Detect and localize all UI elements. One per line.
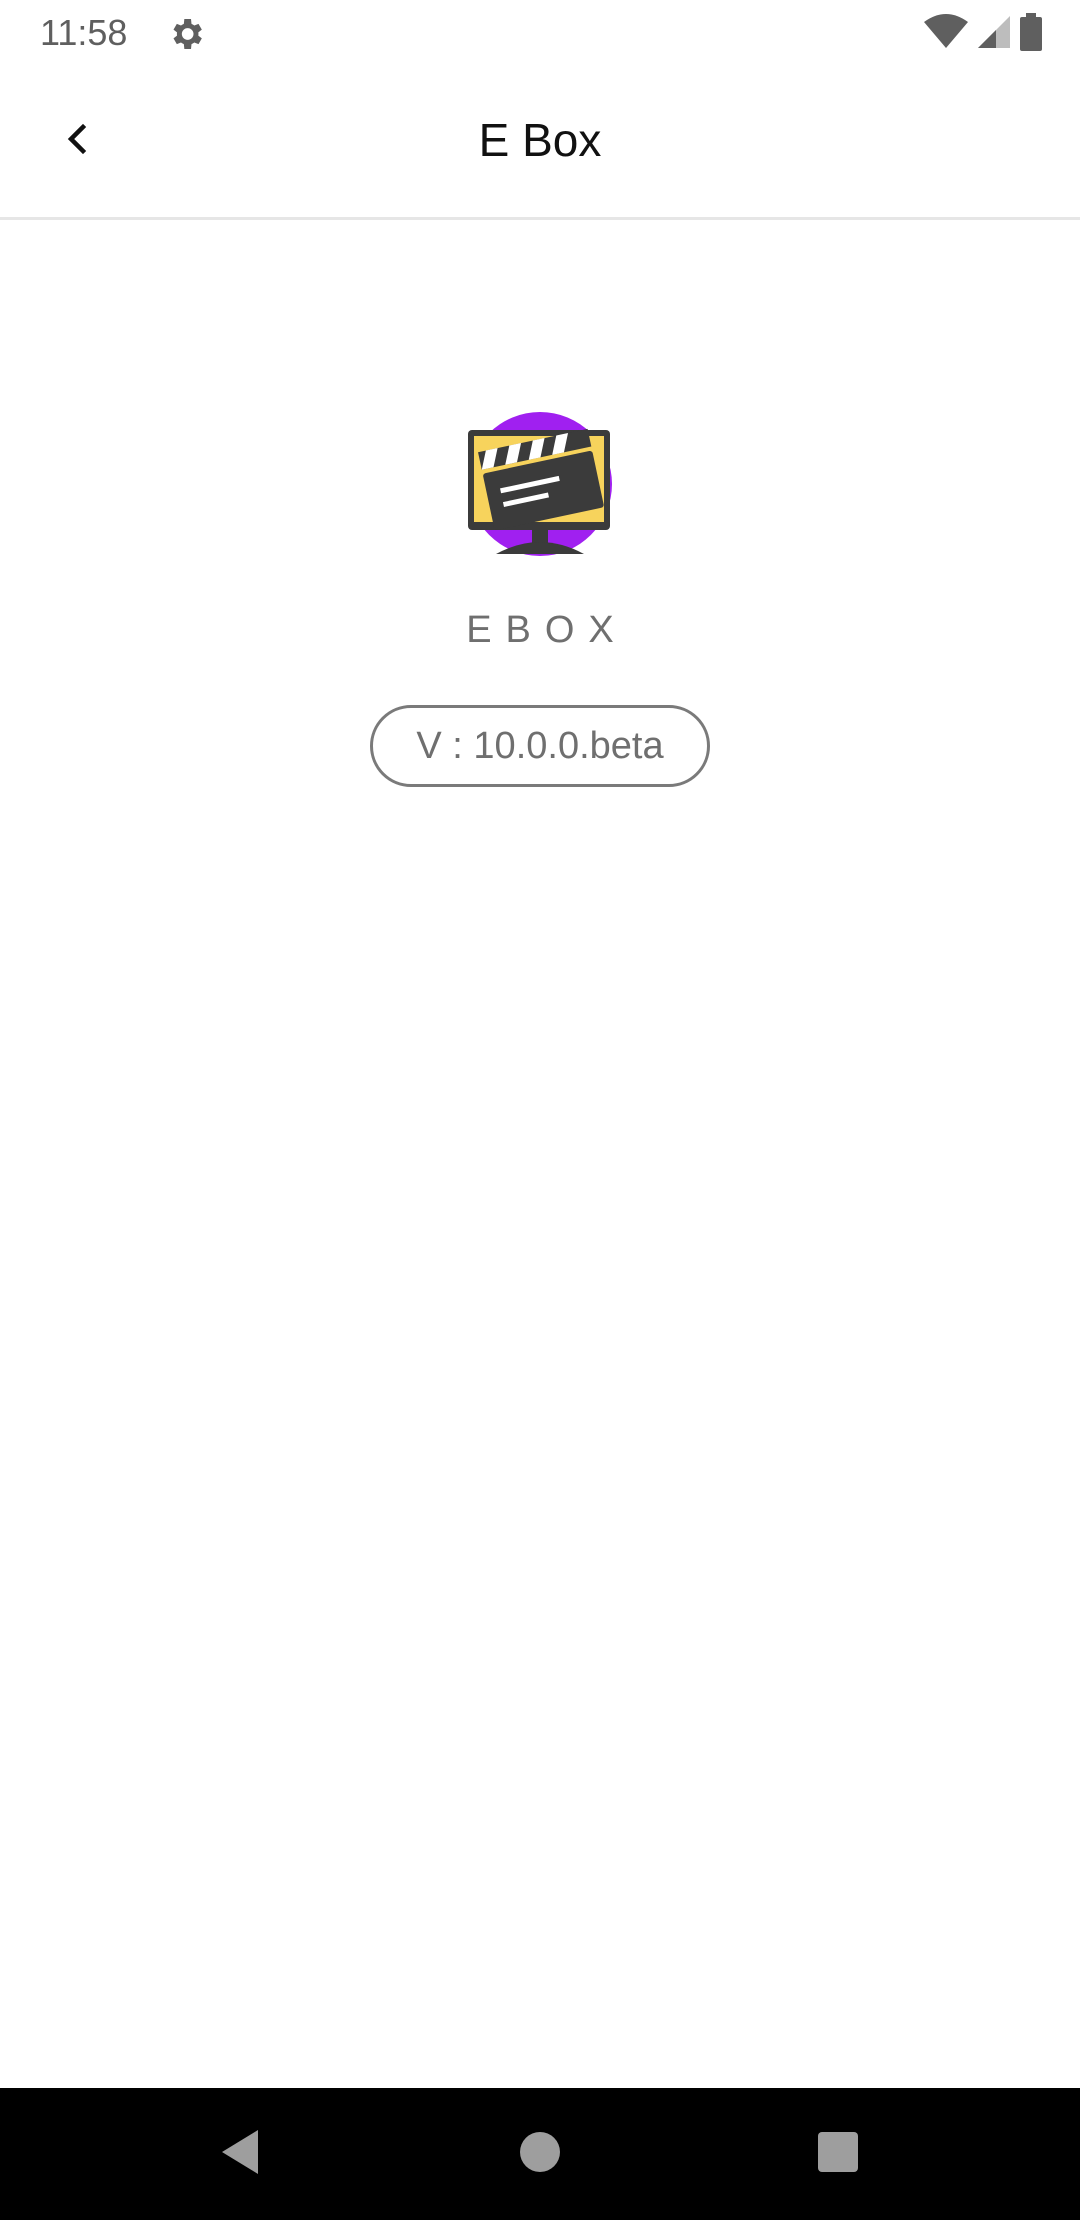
clapperboard-app-icon — [466, 410, 614, 558]
cell-signal-icon — [976, 14, 1012, 55]
recents-square-icon — [816, 2130, 860, 2179]
status-time: 11:58 — [40, 12, 128, 53]
battery-icon — [1020, 12, 1042, 56]
screen: 11:58 E Box EBOX V: 10.0.0.beta — [0, 0, 1080, 2220]
app-name: EBOX — [466, 609, 628, 651]
system-nav-bar — [0, 2088, 1080, 2220]
nav-home-button[interactable] — [504, 2118, 576, 2190]
nav-recents-button[interactable] — [802, 2118, 874, 2190]
home-circle-icon — [518, 2130, 562, 2179]
back-triangle-icon — [218, 2128, 262, 2181]
page-title: E Box — [478, 114, 602, 166]
status-icons — [924, 12, 1042, 56]
gear-icon — [166, 14, 206, 54]
nav-back-button[interactable] — [204, 2118, 276, 2190]
app-bar: E Box — [0, 66, 1080, 220]
version-label: V : 10.0.0.beta — [416, 724, 664, 767]
status-bar: 11:58 — [0, 0, 1080, 66]
version-badge: V : 10.0.0.beta — [370, 705, 710, 787]
wifi-icon — [924, 13, 968, 55]
